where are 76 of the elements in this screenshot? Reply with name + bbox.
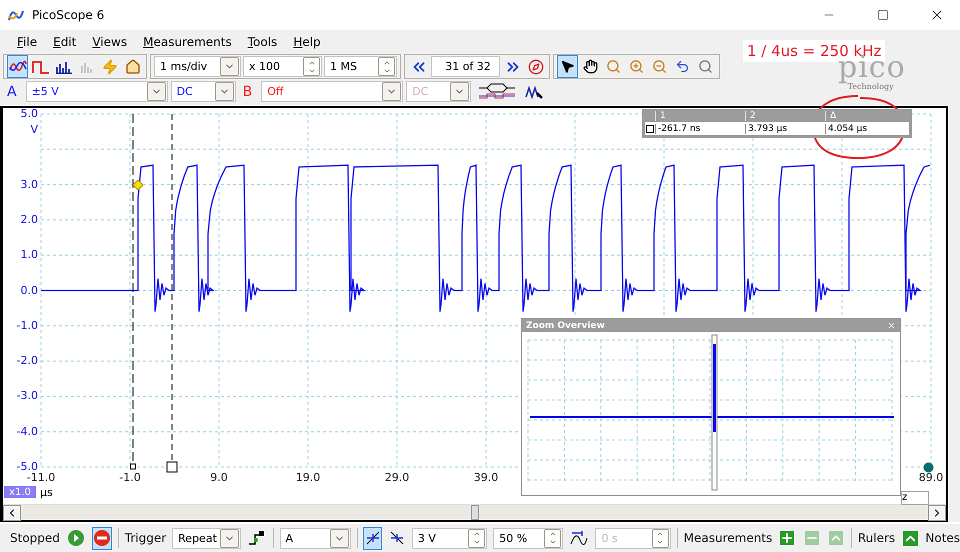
channel-label: A [6, 84, 18, 100]
pointer-tool-icon[interactable] [557, 55, 578, 78]
menu-item[interactable]: Views [85, 33, 134, 51]
caret-icon [214, 82, 234, 101]
horizontal-scrollbar[interactable] [3, 504, 946, 520]
stepper-icon [652, 528, 669, 548]
status-text: Stopped [10, 531, 60, 545]
rulers-label: Rulers [858, 531, 896, 545]
panel-title: Zoom Overview [526, 320, 605, 330]
zoom-badge: x1.0 [4, 486, 36, 498]
zoom-factor-field[interactable]: x 100 [243, 56, 322, 77]
y-axis-label: -5.0 [16, 461, 38, 473]
caret-icon [146, 82, 166, 101]
y-axis-label: 1.0 [20, 249, 38, 262]
table-cell: -261.7 ns [655, 124, 745, 134]
column-header: 1 [655, 111, 745, 121]
caret-icon [220, 528, 239, 548]
table-cell: 4.054 µs [825, 124, 909, 134]
menu-item[interactable]: Help [286, 33, 328, 51]
scroll-thumb[interactable] [470, 505, 478, 520]
y-axis-label: 2.0 [20, 214, 38, 226]
trigger-source-select[interactable]: A [280, 528, 351, 548]
scope-mode-icon[interactable] [7, 55, 28, 78]
x-axis-label: -11.0 [26, 471, 56, 484]
trigger-label: Trigger [124, 531, 166, 545]
x-axis-label: 39.0 [474, 471, 498, 484]
y-axis-label: -4.0 [16, 426, 38, 438]
y-axis-label: 5.0 [20, 108, 38, 120]
coupling-select[interactable]: DC [170, 81, 236, 102]
x-axis-label: -1.0 [119, 471, 141, 484]
caret-icon [450, 82, 470, 101]
timebase-select[interactable]: 1 ms/div [154, 56, 241, 77]
range-select[interactable]: Off [261, 81, 404, 102]
stepper-icon [378, 57, 395, 76]
stepper-icon [468, 528, 486, 548]
menu-item[interactable]: File [10, 33, 44, 51]
y-axis-label: -1.0 [16, 320, 38, 332]
table-cell: 3.793 µs [745, 124, 825, 134]
caret-icon [382, 82, 402, 101]
y-axis-label: 3.0 [20, 178, 38, 191]
y-axis-label: -2.0 [16, 355, 38, 368]
trigger-mode-select[interactable]: Repeat [172, 528, 241, 548]
column-header: Δ [825, 111, 909, 121]
trigger-marker-icon [133, 180, 143, 190]
rising-edge-icon[interactable] [363, 526, 382, 550]
x-axis-label: 89.0 [918, 471, 944, 484]
y-axis-label: 0.0 [20, 284, 38, 296]
window-title: PicoScope 6 [32, 8, 106, 22]
y-axis-unit: V [30, 124, 38, 136]
measurements-label: Measurements [684, 531, 772, 545]
field-fragment: z [901, 491, 929, 505]
menu-item[interactable]: Edit [46, 33, 84, 51]
x-axis-label: 9.0 [210, 471, 228, 484]
marker-dot-icon [923, 462, 934, 473]
maximize-icon[interactable] [877, 9, 889, 21]
stepper-icon [544, 528, 562, 548]
range-select[interactable]: ±5 V [26, 81, 168, 102]
stepper-icon [303, 57, 320, 76]
x-axis-label: 19.0 [296, 471, 320, 484]
threshold-field[interactable]: 3 V [412, 528, 488, 548]
stop-button[interactable] [92, 526, 112, 550]
x-axis-label: 29.0 [384, 471, 410, 484]
x-axis-unit: µs [40, 486, 53, 498]
buffer-field[interactable]: 31 of 32 [431, 56, 500, 77]
notes-label: Notes [925, 531, 960, 545]
app-icon [8, 8, 24, 22]
channel-label: B [242, 84, 254, 100]
samples-field[interactable]: 1 MS [324, 56, 397, 77]
column-header: 2 [745, 111, 825, 121]
y-axis-label: -3.0 [16, 390, 38, 402]
menu-item[interactable]: Measurements [136, 33, 239, 51]
caret-icon [220, 57, 239, 76]
logo-tagline: Technology [848, 82, 894, 91]
caret-icon [330, 528, 349, 548]
menu-item[interactable]: Tools [240, 33, 284, 51]
pretrigger-field[interactable]: 50 % [493, 528, 564, 548]
